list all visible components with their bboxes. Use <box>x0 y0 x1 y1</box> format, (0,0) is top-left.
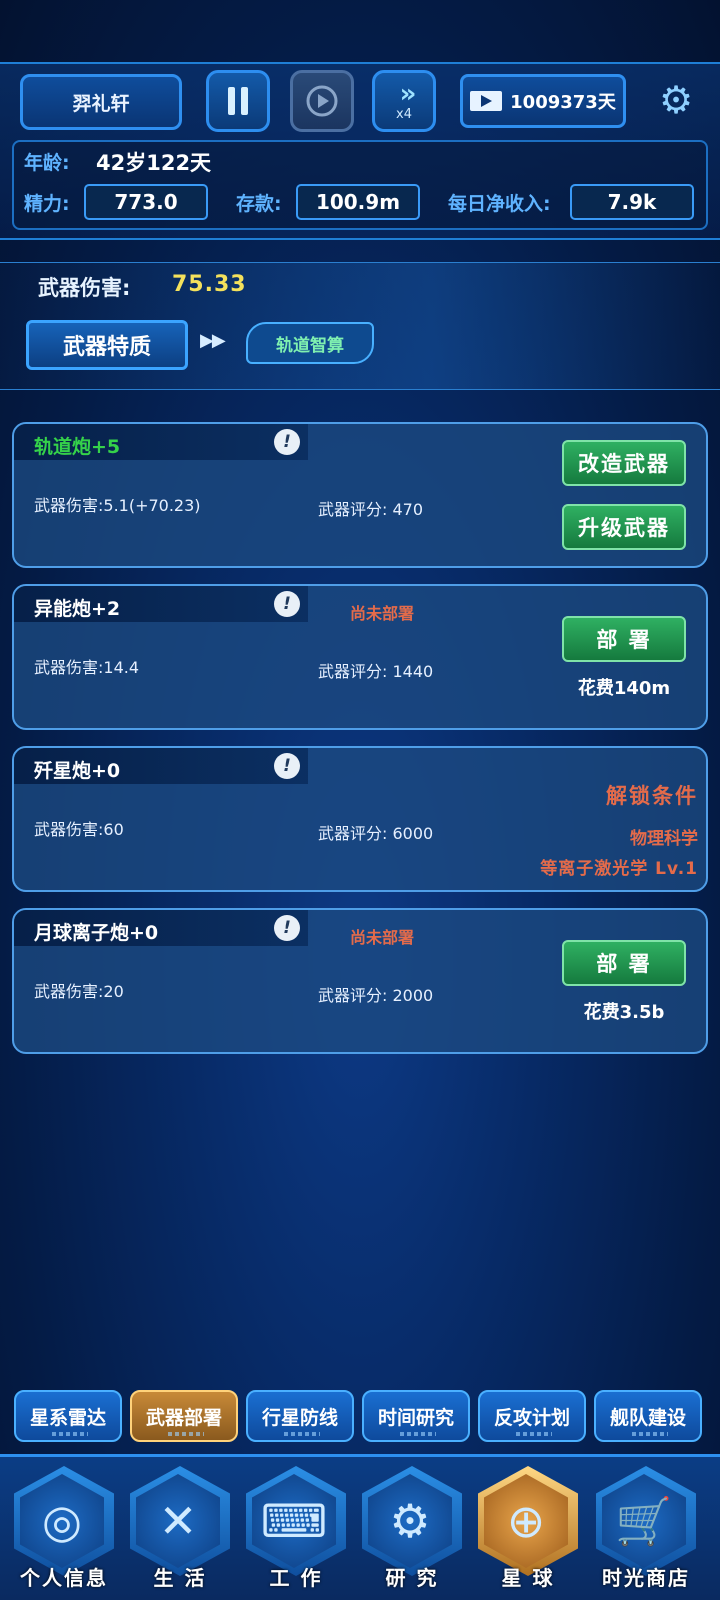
weapon-damage-value: 75.33 <box>172 272 247 297</box>
deploy-button[interactable]: 部 署 <box>562 940 686 986</box>
speed-button[interactable]: » x4 <box>372 70 436 132</box>
record-button[interactable] <box>290 70 354 132</box>
income-label: 每日净收入: <box>448 193 551 215</box>
fast-forward-icon: » <box>399 78 417 109</box>
nav-planet[interactable]: ⊕ 星 球 <box>476 1466 580 1594</box>
age-label: 年龄: <box>24 152 70 174</box>
info-icon[interactable]: ! <box>274 429 300 455</box>
age-value: 42岁122天 <box>96 151 212 175</box>
status-badge: 尚未部署 <box>350 604 415 623</box>
nav-label: 研 究 <box>385 1566 439 1590</box>
upgrade-weapon-label: 升级武器 <box>578 516 670 540</box>
tab-label: 星系雷达 <box>29 1406 106 1429</box>
weapon-name: 歼星炮+0 <box>34 760 121 782</box>
savings-value: 100.9m <box>315 190 401 214</box>
status-badge: 尚未部署 <box>350 928 415 947</box>
weapon-traits-label: 武器特质 <box>62 335 151 360</box>
weapon-card: 歼星炮+0 ! 武器伤害:60 武器评分: 6000 解锁条件 物理科学 等离子… <box>12 746 708 892</box>
globe-icon: ⊕ <box>506 1494 546 1548</box>
weapon-damage: 武器伤害:60 <box>34 820 124 839</box>
pause-icon <box>225 87 251 115</box>
tab-counterattack[interactable]: 反攻计划 <box>478 1390 586 1442</box>
nav-label: 星 球 <box>501 1566 555 1590</box>
desk-worker-icon: ⌨ <box>260 1494 328 1548</box>
nav-label: 生 活 <box>153 1566 207 1590</box>
tab-label: 舰队建设 <box>609 1406 686 1429</box>
nav-label: 个人信息 <box>20 1566 108 1590</box>
weapon-score: 武器评分: 6000 <box>318 824 434 843</box>
deploy-cost: 花费140m <box>577 678 671 699</box>
income-value: 7.9k <box>607 190 657 214</box>
weapon-name: 轨道炮+5 <box>34 436 121 458</box>
arrow-right-icon: ▶▶ <box>200 330 226 351</box>
unlock-condition-title: 解锁条件 <box>606 784 698 808</box>
gear-icon[interactable]: ⚙ <box>656 80 696 120</box>
info-icon[interactable]: ! <box>274 753 300 779</box>
fingerprint-icon: ◎ <box>41 1494 83 1548</box>
deploy-label: 部 署 <box>596 628 652 652</box>
tab-label: 时间研究 <box>377 1406 454 1429</box>
unlock-requirement: 等离子激光学 Lv.1 <box>540 859 698 879</box>
weapon-damage: 武器伤害:5.1(+70.23) <box>34 496 201 515</box>
days-value: 1009373天 <box>510 92 616 113</box>
tab-fleet-build[interactable]: 舰队建设 <box>594 1390 702 1442</box>
modify-weapon-label: 改造武器 <box>578 452 670 476</box>
modify-weapon-button[interactable]: 改造武器 <box>562 440 686 486</box>
tab-galaxy-radar[interactable]: 星系雷达 <box>14 1390 122 1442</box>
weapon-damage: 武器伤害:14.4 <box>34 658 140 677</box>
tab-time-research[interactable]: 时间研究 <box>362 1390 470 1442</box>
savings-label: 存款: <box>236 193 282 215</box>
weapon-traits-button[interactable]: 武器特质 <box>26 320 188 370</box>
nav-research[interactable]: ⚙ 研 究 <box>360 1466 464 1594</box>
trait-tag[interactable]: 轨道智算 <box>246 322 374 364</box>
nav-label: 时光商店 <box>602 1566 690 1590</box>
weapon-score: 武器评分: 470 <box>318 500 424 519</box>
upgrade-weapon-button[interactable]: 升级武器 <box>562 504 686 550</box>
energy-label: 精力: <box>24 193 70 215</box>
tab-label: 行星防线 <box>261 1406 338 1429</box>
weapon-damage: 武器伤害:20 <box>34 982 124 1001</box>
nav-work[interactable]: ⌨ 工 作 <box>244 1466 348 1594</box>
income-field: 7.9k <box>570 184 694 220</box>
dna-gear-icon: ⚙ <box>389 1494 431 1548</box>
tab-label: 武器部署 <box>145 1406 222 1429</box>
days-counter[interactable]: 1009373天 <box>460 74 626 128</box>
unlock-requirement: 物理科学 <box>630 829 698 849</box>
tab-planet-defense[interactable]: 行星防线 <box>246 1390 354 1442</box>
energy-field: 773.0 <box>84 184 208 220</box>
video-icon <box>470 91 503 111</box>
speed-label: x4 <box>396 106 412 122</box>
nav-time-shop[interactable]: 🛒 时光商店 <box>594 1466 698 1594</box>
info-icon[interactable]: ! <box>274 591 300 617</box>
pause-button[interactable] <box>206 70 270 132</box>
player-name-button[interactable]: 羿礼轩 <box>20 74 182 130</box>
weapon-damage-label: 武器伤害: <box>38 276 131 300</box>
weapon-card: 轨道炮+5 ! 武器伤害:5.1(+70.23) 武器评分: 470 改造武器 … <box>12 422 708 568</box>
tab-weapon-deploy[interactable]: 武器部署 <box>130 1390 238 1442</box>
weapon-score: 武器评分: 1440 <box>318 662 434 681</box>
info-icon[interactable]: ! <box>274 915 300 941</box>
savings-field: 100.9m <box>296 184 420 220</box>
weapon-card: 异能炮+2 ! 尚未部署 武器伤害:14.4 武器评分: 1440 部 署 花费… <box>12 584 708 730</box>
deploy-cost: 花费3.5b <box>583 1002 665 1023</box>
weapon-name: 月球离子炮+0 <box>34 922 159 944</box>
nav-label: 工 作 <box>269 1566 323 1590</box>
shopping-cart-icon: 🛒 <box>615 1494 673 1548</box>
deploy-button[interactable]: 部 署 <box>562 616 686 662</box>
energy-value: 773.0 <box>114 190 178 214</box>
record-icon <box>306 85 338 117</box>
deploy-label: 部 署 <box>596 952 652 976</box>
utensils-icon: ✕ <box>158 1494 198 1548</box>
sub-tab-bar: 星系雷达 武器部署 行星防线 时间研究 反攻计划 舰队建设 <box>12 1390 712 1446</box>
nav-personal-info[interactable]: ◎ 个人信息 <box>12 1466 116 1594</box>
nav-life[interactable]: ✕ 生 活 <box>128 1466 232 1594</box>
weapon-name: 异能炮+2 <box>34 598 121 620</box>
weapon-score: 武器评分: 2000 <box>318 986 434 1005</box>
player-name: 羿礼轩 <box>72 92 130 115</box>
trait-tag-label: 轨道智算 <box>276 335 344 356</box>
tab-label: 反攻计划 <box>493 1406 570 1429</box>
weapon-card: 月球离子炮+0 ! 尚未部署 武器伤害:20 武器评分: 2000 部 署 花费… <box>12 908 708 1054</box>
